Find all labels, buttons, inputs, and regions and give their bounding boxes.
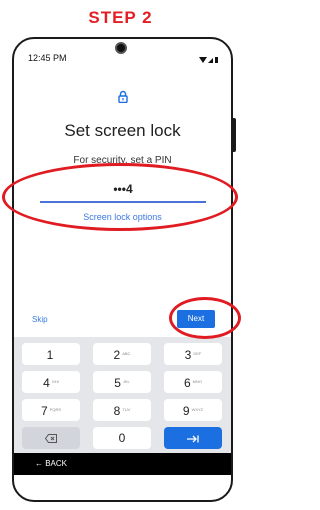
status-time: 12:45 PM — [28, 53, 67, 63]
key-9[interactable]: 9 WXYZ — [164, 399, 222, 421]
key-3[interactable]: 3 DEF — [164, 343, 222, 365]
back-button[interactable]: ← BACK — [35, 453, 67, 475]
key-6[interactable]: 6 MNO — [164, 371, 222, 393]
key-5[interactable]: 5 JKL — [93, 371, 151, 393]
numeric-keypad: 1 2 ABC 3 DEF 4 GHI 5 JKL 6 MNO 7 PQRS 8 TUV 9W… — [14, 337, 231, 453]
page-subtitle: For security, set a PIN — [73, 155, 172, 166]
enter-key[interactable] — [164, 427, 222, 449]
pin-input[interactable]: •••4 — [40, 175, 206, 203]
backspace-key[interactable] — [22, 427, 80, 449]
next-button[interactable]: Next — [177, 310, 215, 328]
skip-button[interactable]: Skip — [32, 315, 48, 324]
status-icons — [199, 51, 219, 69]
page-title: Set screen lock — [64, 121, 181, 140]
lock-icon — [118, 90, 128, 108]
phone-frame: 12:45 PM Set screen lock For security, s… — [12, 37, 233, 502]
key-2[interactable]: 2 ABC — [93, 343, 151, 365]
navigation-bar: ← BACK — [14, 453, 231, 475]
key-1[interactable]: 1 — [22, 343, 80, 365]
key-0[interactable]: 0 — [93, 427, 151, 449]
key-4[interactable]: 4 GHI — [22, 371, 80, 393]
backspace-icon — [44, 434, 57, 444]
key-7[interactable]: 7 PQRS — [22, 399, 80, 421]
screen-lock-options-link[interactable]: Screen lock options — [14, 212, 231, 222]
key-8[interactable]: 8 TUV — [93, 399, 151, 421]
step-label: STEP 2 — [88, 8, 153, 27]
camera-icon — [115, 42, 127, 54]
enter-arrow-icon — [187, 435, 199, 443]
signal-battery-icon — [199, 57, 218, 63]
